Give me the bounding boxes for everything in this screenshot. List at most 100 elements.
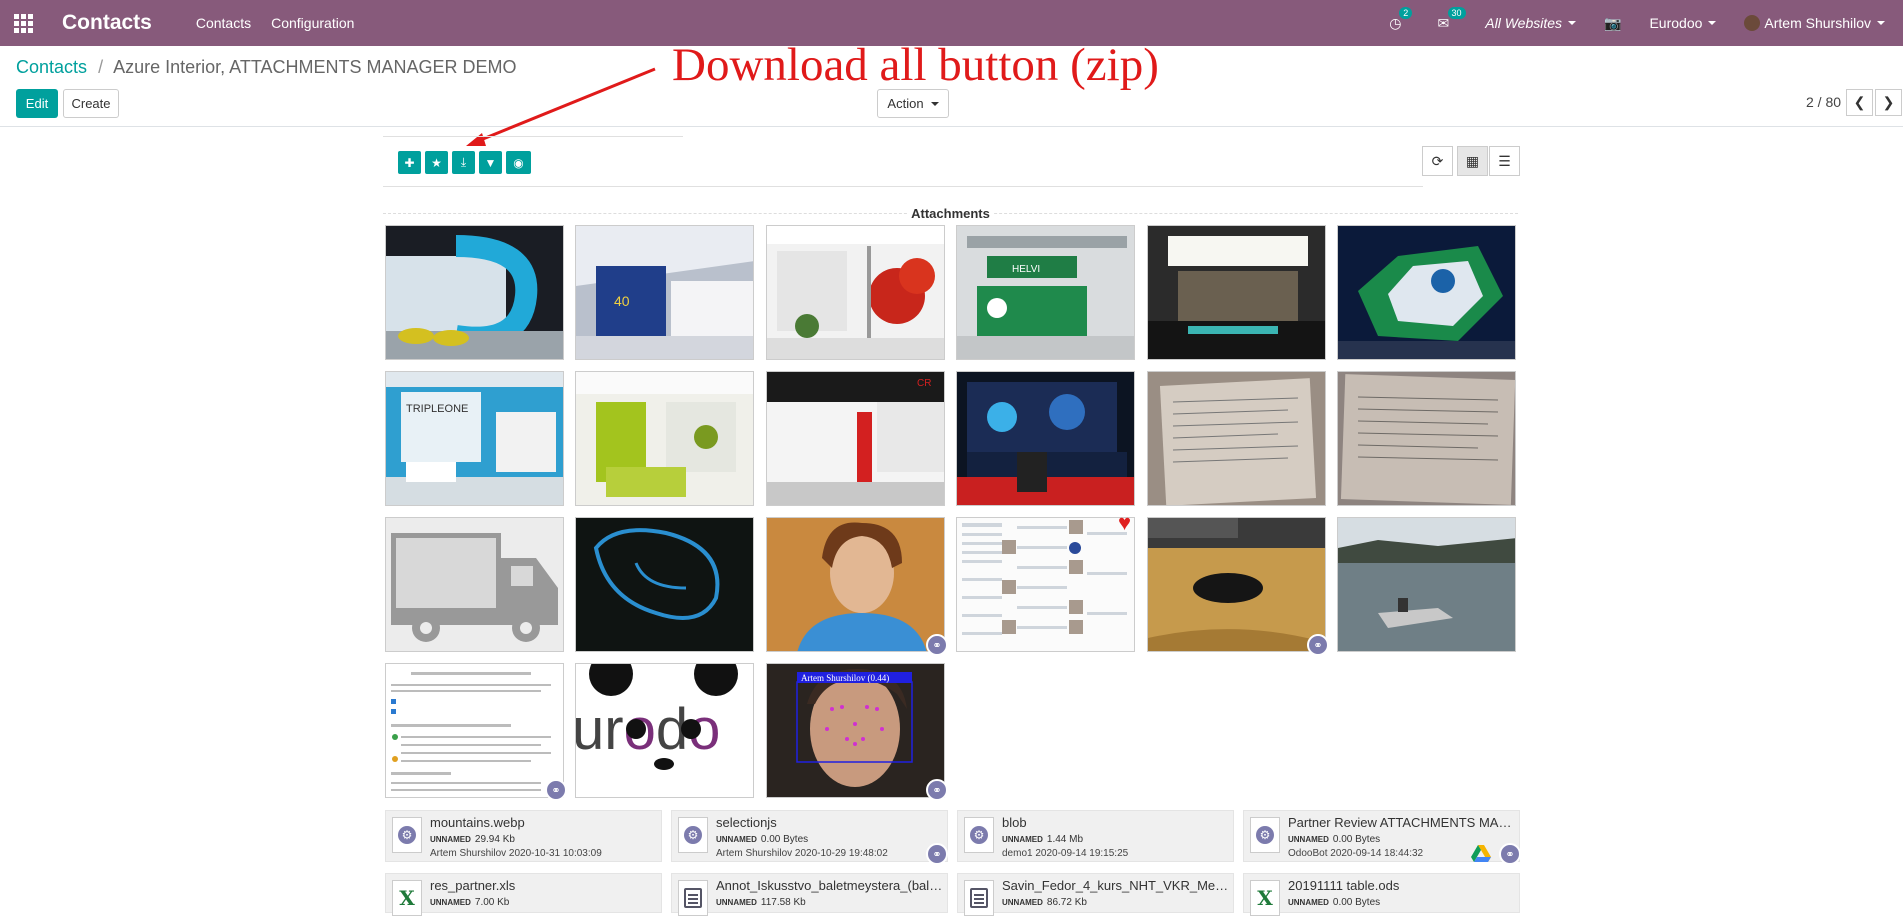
download-all-button[interactable]: ⤓ bbox=[452, 151, 475, 174]
attachment-owner: Artem Shurshilov 2020-10-29 19:48:02 bbox=[716, 848, 888, 859]
attachment-card[interactable]: Savin_Fedor_4_kurs_NHT_VKR_Metodika UNNA… bbox=[957, 873, 1234, 916]
thumbnail-face-detection[interactable]: Artem Shurshilov (0.44) bbox=[766, 663, 945, 798]
thumbnail-desk-mouse[interactable] bbox=[1147, 517, 1326, 652]
section-title-text: Attachments bbox=[907, 206, 994, 221]
thumbnail-boat-river[interactable] bbox=[1337, 517, 1516, 652]
attachment-owner: OdooBot 2020-09-14 18:44:32 bbox=[1288, 848, 1424, 859]
thumbnail-booth-helvi[interactable]: HELVI bbox=[956, 225, 1135, 360]
link-icon[interactable]: ⚭ bbox=[926, 634, 948, 656]
attachment-card[interactable]: ⚙ selectionjs UNNAMED 0.00 Bytes Artem Sh… bbox=[671, 810, 948, 862]
link-icon[interactable]: ⚭ bbox=[926, 779, 948, 801]
thumbnail-booth-40years[interactable]: 40 bbox=[575, 225, 754, 360]
annotation-arrow bbox=[466, 67, 656, 146]
plus-icon: ✚ bbox=[404, 155, 415, 170]
attachment-card[interactable]: Annot_Iskusstvo_baletmeystera_(balet) UN… bbox=[671, 873, 948, 916]
thumbnail-blue-outline-dark[interactable] bbox=[575, 517, 754, 652]
attachment-name[interactable]: Partner Review ATTACHMENTS MANAGER DEMO bbox=[1288, 815, 1516, 830]
link-icon[interactable]: ⚭ bbox=[1499, 843, 1521, 865]
attachment-meta: UNNAMED 7.00 Kb bbox=[430, 897, 509, 908]
thumbnail-woman-smiling[interactable] bbox=[766, 517, 945, 652]
add-attachment-button[interactable]: ✚ bbox=[398, 151, 421, 174]
attachment-owner: demo1 2020-09-14 19:15:25 bbox=[1002, 848, 1129, 859]
gear-icon: ⚙ bbox=[1256, 826, 1274, 844]
attachment-name[interactable]: mountains.webp bbox=[430, 815, 658, 830]
refresh-icon: ⟳ bbox=[1431, 152, 1444, 169]
filter-icon: ▼ bbox=[484, 155, 497, 170]
svg-text:CR: CR bbox=[917, 378, 931, 389]
attachments-section-title: Attachments bbox=[383, 206, 1518, 221]
list-view-button[interactable]: ☰ bbox=[1489, 146, 1520, 176]
camera-button[interactable]: ◉ bbox=[506, 151, 531, 174]
thumbnail-document-scan-2[interactable] bbox=[1337, 371, 1516, 506]
attachment-tag: UNNAMED bbox=[716, 898, 757, 907]
thumbnail-booth-blue-curve[interactable] bbox=[385, 225, 564, 360]
attachment-name[interactable]: res_partner.xls bbox=[430, 878, 658, 893]
attachment-card[interactable]: X 20191111 table.ods UNNAMED 0.00 Bytes bbox=[1243, 873, 1520, 916]
attachment-size: 117.58 Kb bbox=[760, 897, 806, 908]
attachment-size: 1.44 Mb bbox=[1046, 834, 1084, 845]
attachment-name[interactable]: blob bbox=[1002, 815, 1230, 830]
download-icon: ⤓ bbox=[460, 155, 467, 169]
attachment-type-icon: ⚙ bbox=[392, 817, 422, 853]
thumbnail-booth-dark-hall[interactable] bbox=[1147, 225, 1326, 360]
attachment-meta: UNNAMED 0.00 Bytes bbox=[1288, 834, 1380, 845]
attachment-name[interactable]: Savin_Fedor_4_kurs_NHT_VKR_Metodika bbox=[1002, 878, 1230, 893]
attachment-tag: UNNAMED bbox=[430, 835, 471, 844]
attachment-tag: UNNAMED bbox=[1288, 835, 1329, 844]
svg-text:HELVI: HELVI bbox=[1012, 264, 1040, 275]
attachment-name[interactable]: Annot_Iskusstvo_baletmeystera_(balet) bbox=[716, 878, 944, 893]
thumbnail-booth-night[interactable] bbox=[956, 371, 1135, 506]
attachment-type-icon: X bbox=[392, 880, 422, 916]
divider bbox=[383, 186, 1423, 187]
attachment-type-icon bbox=[964, 880, 994, 916]
thumbnail-account-types-doc[interactable] bbox=[385, 663, 564, 798]
attachment-name[interactable]: 20191111 table.ods bbox=[1288, 878, 1516, 893]
refresh-button[interactable]: ⟳ bbox=[1422, 146, 1453, 176]
document-icon bbox=[684, 888, 702, 908]
attachment-card[interactable]: ⚙ blob UNNAMED 1.44 Mb demo1 2020-09-14 1… bbox=[957, 810, 1234, 862]
list-icon: ☰ bbox=[1498, 152, 1511, 169]
divider bbox=[383, 136, 683, 137]
kanban-icon: ▦ bbox=[1465, 152, 1480, 169]
thumbnail-document-scan-1[interactable] bbox=[1147, 371, 1326, 506]
attachment-size: 0.00 Bytes bbox=[1332, 897, 1381, 908]
face-detection-label: Artem Shurshilov (0.44) bbox=[801, 673, 889, 683]
favorites-button[interactable]: ★ bbox=[425, 151, 448, 174]
thumbnail-truck-icon[interactable] bbox=[385, 517, 564, 652]
document-icon bbox=[970, 888, 988, 908]
attachment-tag: UNNAMED bbox=[716, 835, 757, 844]
attachment-card[interactable]: ⚙ mountains.webp UNNAMED 29.94 Kb Artem S… bbox=[385, 810, 662, 862]
attachment-type-icon: ⚙ bbox=[678, 817, 708, 853]
attachment-meta: UNNAMED 0.00 Bytes bbox=[1288, 897, 1380, 908]
spreadsheet-icon: X bbox=[1257, 886, 1273, 910]
thumbnail-booth-flowers[interactable] bbox=[766, 225, 945, 360]
attachment-name[interactable]: selectionjs bbox=[716, 815, 944, 830]
attachment-size: 0.00 Bytes bbox=[1332, 834, 1381, 845]
attachment-card[interactable]: X res_partner.xls UNNAMED 7.00 Kb bbox=[385, 873, 662, 916]
link-icon[interactable]: ⚭ bbox=[926, 843, 948, 865]
google-drive-icon[interactable] bbox=[1471, 845, 1491, 863]
thumbnail-booth-hexagon[interactable] bbox=[1337, 225, 1516, 360]
attachment-meta: UNNAMED 29.94 Kb bbox=[430, 834, 515, 845]
attachment-size: 86.72 Kb bbox=[1046, 897, 1087, 908]
attachment-type-icon: X bbox=[1250, 880, 1280, 916]
camera-icon: ◉ bbox=[513, 155, 524, 170]
attachment-size: 0.00 Bytes bbox=[760, 834, 809, 845]
svg-text:40: 40 bbox=[614, 293, 630, 309]
thumbnail-contacts-screenshot[interactable] bbox=[956, 517, 1135, 652]
thumbnail-booth-green[interactable] bbox=[575, 371, 754, 506]
attachment-tag: UNNAMED bbox=[1002, 835, 1043, 844]
filter-button[interactable]: ▼ bbox=[479, 151, 502, 174]
gear-icon: ⚙ bbox=[970, 826, 988, 844]
thumbnail-eurodoo-panda-logo[interactable]: urodo bbox=[575, 663, 754, 798]
attachment-tag: UNNAMED bbox=[430, 898, 471, 907]
attachment-meta: UNNAMED 86.72 Kb bbox=[1002, 897, 1087, 908]
kanban-view-button[interactable]: ▦ bbox=[1457, 146, 1488, 176]
attachment-size: 29.94 Kb bbox=[474, 834, 515, 845]
link-icon[interactable]: ⚭ bbox=[1307, 634, 1329, 656]
link-icon[interactable]: ⚭ bbox=[545, 779, 567, 801]
thumbnail-booth-tripleone[interactable]: TRIPLEONE bbox=[385, 371, 564, 506]
favorite-heart-icon[interactable]: ♥ bbox=[1118, 510, 1131, 536]
thumbnail-booth-red-white[interactable]: CR bbox=[766, 371, 945, 506]
attachment-meta: UNNAMED 1.44 Mb bbox=[1002, 834, 1083, 845]
